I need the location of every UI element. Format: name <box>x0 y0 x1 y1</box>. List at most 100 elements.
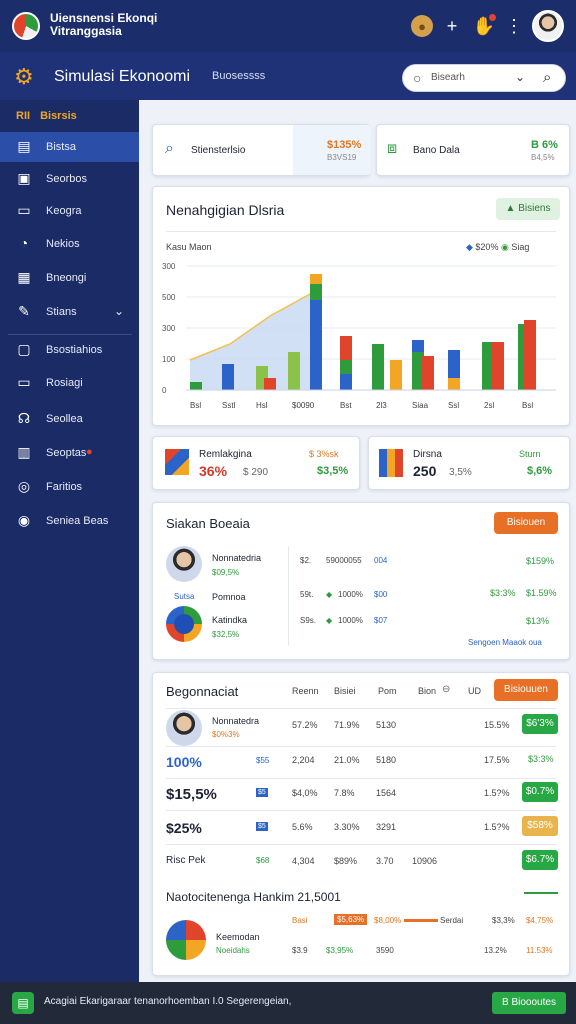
list-item-c2: 1000% <box>338 616 363 625</box>
notification-badge <box>489 14 496 21</box>
table-row-name: 100% <box>166 754 202 770</box>
sidebar-item-seorbos[interactable]: ▣ Seorbos <box>0 164 139 194</box>
x-tick-label: 2sl <box>484 401 494 410</box>
search-small-icon: ○ <box>413 70 422 86</box>
x-tick-label: Siaa <box>412 401 429 410</box>
chart-bar <box>340 374 352 390</box>
more-menu-icon[interactable]: ⋮ <box>502 14 526 38</box>
list-item-c3: $00 <box>374 590 388 599</box>
add-icon[interactable]: + <box>440 14 464 38</box>
footer-text: Acagiai Ekarigaraar tenanorhoemban I.0 S… <box>44 996 292 1007</box>
chart-bar <box>222 364 234 390</box>
stat-value: $135% <box>327 139 362 151</box>
headset-icon: ☊ <box>17 410 31 426</box>
sidebar-item-seoptas[interactable]: ▥ Seoptas ● <box>0 438 139 468</box>
table-header[interactable]: UD <box>468 686 481 696</box>
sidebar-item-label: Nekios <box>46 238 80 250</box>
search-stat-icon: ⌕ <box>165 140 174 157</box>
list-item-name: Nonnatedria <box>212 553 262 563</box>
table-header[interactable]: Reenn <box>292 686 319 696</box>
app-title: Uiensnensi Ekonqi Vitranggasia <box>50 12 200 38</box>
table-cell: 1.5?% <box>484 788 510 798</box>
stat-label: Dirsna <box>413 449 442 460</box>
notification-button[interactable]: ✋ <box>472 14 496 38</box>
table-header[interactable]: Bion <box>418 686 436 696</box>
list-item-sub: $32,5% <box>212 630 240 639</box>
table-cell: 4,304 <box>292 856 315 866</box>
footer-button[interactable]: B Bioooutes <box>492 992 566 1014</box>
list-item-right: $3:3% <box>490 588 516 598</box>
sidebar-item-label: Keogra <box>46 205 82 217</box>
user-avatar[interactable] <box>532 10 564 42</box>
table-cell: 2,204 <box>292 755 315 765</box>
sidebar-item-bsostiahios[interactable]: ▢ Bsostiahios <box>0 335 139 365</box>
table-divider <box>166 708 556 709</box>
table-cell: 15.5% <box>484 720 510 730</box>
list-more-link[interactable]: Sengoen Maaok oua <box>468 638 542 647</box>
sidebar-heading-label: Bisrsis <box>40 110 77 122</box>
sidebar-item-bistsa[interactable]: ▤ Bistsa <box>0 132 139 162</box>
chart-bar-icon: ▤ <box>17 138 31 154</box>
filter-icon[interactable]: ⊖ <box>442 684 450 695</box>
table-row-badge[interactable]: $6.7% <box>522 850 558 870</box>
x-tick-label: Bsl <box>522 401 533 410</box>
chart-bar <box>310 284 322 300</box>
sidebar-item-label: Seniea Beas <box>46 515 109 527</box>
table-divider <box>166 844 556 845</box>
table-row-badge[interactable]: $0.7% <box>522 782 558 802</box>
list-title: Siakan Boeaia <box>166 516 250 531</box>
book-icon <box>379 449 403 477</box>
list-action-button[interactable]: Bisiouen <box>494 512 558 534</box>
sidebar-item-nekios[interactable]: ◔ Nekios <box>0 229 139 259</box>
sidebar-item-label: Seollea <box>46 413 83 425</box>
gear-icon[interactable]: ⚙ <box>14 64 34 90</box>
doc-icon[interactable]: ▤ <box>12 992 34 1014</box>
sidebar-item-seollea[interactable]: ☊ Seollea <box>0 404 139 434</box>
chart-divider <box>166 231 556 232</box>
chart-bar <box>492 342 504 390</box>
list-item-c3: $07 <box>374 616 388 625</box>
brand-avatar <box>166 606 202 642</box>
coin-button[interactable]: ● <box>410 14 434 38</box>
table-row-tag: $5 <box>256 822 268 831</box>
table-header[interactable]: Bisiei <box>334 686 356 696</box>
search-box[interactable]: ○ Bisearh ⌄ ⌕ <box>402 64 566 92</box>
chevron-down-icon[interactable]: ⌄ <box>515 70 525 84</box>
table-cell: $4,0% <box>292 788 318 798</box>
y-tick-label: 300 <box>162 262 176 271</box>
chart-bar <box>310 300 322 390</box>
table-cell: 57.2% <box>292 720 318 730</box>
search-input[interactable]: Bisearh <box>431 72 465 83</box>
table-row-badge[interactable]: $58% <box>522 816 558 836</box>
sidebar-item-stians[interactable]: ✎ Stians ⌄ <box>0 297 139 327</box>
sidebar-item-keogra[interactable]: ▭ Keogra <box>0 196 139 226</box>
stat-card-4[interactable]: Dirsna 250 3,5% Sturn $,6% <box>368 436 570 490</box>
table-cell: $3.9 <box>292 946 308 955</box>
page-subtitle[interactable]: Buosessss <box>212 70 265 82</box>
list-item-c1: S9s. <box>300 616 317 625</box>
list-item-right: $13% <box>526 616 550 626</box>
sidebar-heading-badge: RII <box>16 110 31 122</box>
chart-bar <box>288 352 300 390</box>
stat-card-1[interactable]: ⌕ Stiensterlsio $135% B3VS19 <box>152 124 371 176</box>
table-action-button[interactable]: Bisiouuen <box>494 679 558 701</box>
table-header[interactable]: Pom <box>378 686 397 696</box>
sidebar-item-rosiagi[interactable]: ▭ Rosiagi <box>0 368 139 398</box>
list-item-c2: 59000055 <box>326 556 362 565</box>
x-tick-label: $0090 <box>292 401 315 410</box>
table-row-badge[interactable]: $6'3% <box>522 714 558 734</box>
stat-card-3[interactable]: Remlakgina 36% $ 290 $ 3%sk $3,5% <box>152 436 360 490</box>
chart-filter-button[interactable]: ▲ Bisiens <box>496 198 560 220</box>
search-icon[interactable]: ⌕ <box>543 69 551 86</box>
sidebar-item-bneongi[interactable]: ▦ Bneongi <box>0 263 139 293</box>
sidebar-item-seniea-beas[interactable]: ◉ Seniea Beas <box>0 506 139 536</box>
stat-card-2[interactable]: ⧈ Bano Dala B 6% B4,5% <box>376 124 570 176</box>
monitor-icon: ▢ <box>17 341 31 357</box>
globe-icon: ◉ <box>17 512 31 528</box>
chevron-down-icon[interactable]: ⌄ <box>114 304 124 318</box>
table-cell: 1.5?% <box>484 822 510 832</box>
sidebar-item-faritios[interactable]: ◎ Faritios <box>0 472 139 502</box>
chart-bar <box>310 274 322 284</box>
table-cell: 11.53% <box>526 946 553 955</box>
save-icon: ▣ <box>17 170 31 186</box>
